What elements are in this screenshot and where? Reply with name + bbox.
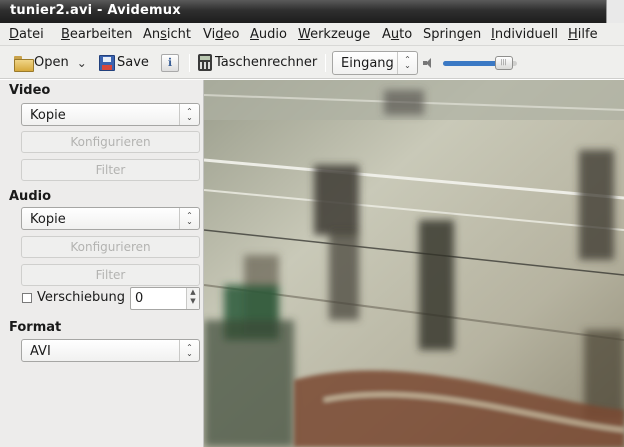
updown-arrow-icon: ⌃ ⌄	[179, 208, 199, 229]
toolbar-separator	[325, 54, 326, 72]
window-control[interactable]	[606, 0, 624, 23]
menu-label-post: en	[464, 27, 482, 42]
video-heading: Video	[9, 83, 51, 98]
window-title: tunier2.avi - Avidemux	[10, 3, 181, 18]
stepper-arrows-icon[interactable]: ▲ ▼	[186, 288, 199, 309]
menu-springen[interactable]: Springen	[423, 27, 481, 42]
shift-value: 0	[135, 291, 144, 306]
video-frame	[204, 80, 624, 447]
menu-label-post: ilfe	[577, 27, 598, 42]
video-preview[interactable]	[204, 80, 624, 447]
menu-label-mnemonic: s	[160, 27, 167, 42]
updown-arrow-icon: ⌃ ⌄	[397, 52, 417, 74]
folder-icon	[14, 55, 34, 72]
calculator-icon	[198, 54, 212, 71]
menu-label-post: icht	[166, 27, 192, 42]
format-select[interactable]: AVI ⌃ ⌄	[21, 339, 200, 362]
calculator-button[interactable]: Taschenrechner	[198, 46, 317, 79]
speaker-icon[interactable]	[423, 58, 435, 68]
save-button[interactable]: Save	[99, 46, 149, 79]
menu-video[interactable]: Video	[203, 27, 239, 42]
toolbar-separator	[189, 54, 190, 72]
menu-label-post: ndividuell	[494, 27, 558, 42]
menu-label-mnemonic: B	[61, 27, 70, 42]
menu-label-pre: Vi	[203, 27, 216, 42]
volume-knob[interactable]: |||	[494, 56, 513, 70]
shift-value-stepper[interactable]: 0 ▲ ▼	[130, 287, 200, 310]
menu-label-post: eo	[223, 27, 240, 42]
menu-auto[interactable]: Auto	[382, 27, 412, 42]
menu-label-pre: A	[382, 27, 391, 42]
shift-checkbox[interactable]	[22, 293, 32, 303]
title-bar[interactable]: tunier2.avi - Avidemux	[0, 0, 624, 23]
menu-individuell[interactable]: Individuell	[491, 27, 558, 42]
shift-label: Verschiebung	[37, 290, 125, 305]
menu-label-pre: An	[143, 27, 161, 42]
menu-label-mnemonic: d	[215, 27, 224, 42]
menu-datei[interactable]: Datei	[9, 27, 44, 42]
menu-bearbeiten[interactable]: Bearbeiten	[61, 27, 132, 42]
menu-audio[interactable]: Audio	[250, 27, 287, 42]
floppy-icon	[99, 54, 115, 71]
properties-icon: ℹ	[161, 53, 179, 72]
menu-label-post: erkzeuge	[310, 27, 371, 42]
menu-label-mnemonic: u	[390, 27, 400, 42]
audio-codec-value: Kopie	[30, 212, 66, 227]
updown-arrow-icon: ⌃ ⌄	[179, 104, 199, 125]
video-filter-button[interactable]: Filter	[21, 159, 200, 181]
audio-configure-button[interactable]: Konfigurieren	[21, 236, 200, 258]
menu-label-post: to	[399, 27, 413, 42]
save-label: Save	[117, 55, 149, 70]
menu-hilfe[interactable]: Hilfe	[568, 27, 598, 42]
menu-label-mnemonic: H	[568, 27, 578, 42]
menu-werkzeuge[interactable]: Werkzeuge	[298, 27, 370, 42]
menu-label-pre: Sprin	[423, 27, 457, 42]
main-toolbar: Open ⌄ Save ℹ Taschenrechner Eingang ⌃ ⌄	[0, 46, 624, 79]
chevron-down-icon[interactable]: ⌄	[77, 56, 87, 70]
source-select-value: Eingang	[341, 56, 394, 71]
settings-sidebar: Video Kopie ⌃ ⌄ Konfigurieren Filter Audi…	[0, 80, 204, 447]
source-select[interactable]: Eingang ⌃ ⌄	[332, 51, 418, 75]
menu-label-mnemonic: W	[298, 27, 311, 42]
menu-label-mnemonic: A	[250, 27, 259, 42]
audio-heading: Audio	[9, 189, 52, 204]
audio-filter-button[interactable]: Filter	[21, 264, 200, 286]
properties-button[interactable]: ℹ	[161, 46, 179, 79]
menu-label-mnemonic: D	[9, 27, 20, 42]
menu-label-mnemonic: g	[456, 27, 465, 42]
video-codec-select[interactable]: Kopie ⌃ ⌄	[21, 103, 200, 126]
menu-label-post: atei	[19, 27, 44, 42]
menu-label-post: earbeiten	[69, 27, 133, 42]
video-configure-button[interactable]: Konfigurieren	[21, 131, 200, 153]
updown-arrow-icon: ⌃ ⌄	[179, 340, 199, 361]
menu-ansicht[interactable]: Ansicht	[143, 27, 191, 42]
open-label: Open	[34, 55, 69, 70]
menu-label-post: udio	[258, 27, 287, 42]
menu-bar: Datei Bearbeiten Ansicht Video Audio Wer…	[0, 23, 624, 46]
format-value: AVI	[30, 344, 51, 359]
calculator-label: Taschenrechner	[215, 55, 318, 70]
open-button[interactable]: Open ⌄	[14, 46, 87, 79]
format-heading: Format	[9, 320, 62, 335]
avidemux-window: tunier2.avi - Avidemux Datei Bearbeiten …	[0, 0, 624, 447]
audio-codec-select[interactable]: Kopie ⌃ ⌄	[21, 207, 200, 230]
video-codec-value: Kopie	[30, 108, 66, 123]
